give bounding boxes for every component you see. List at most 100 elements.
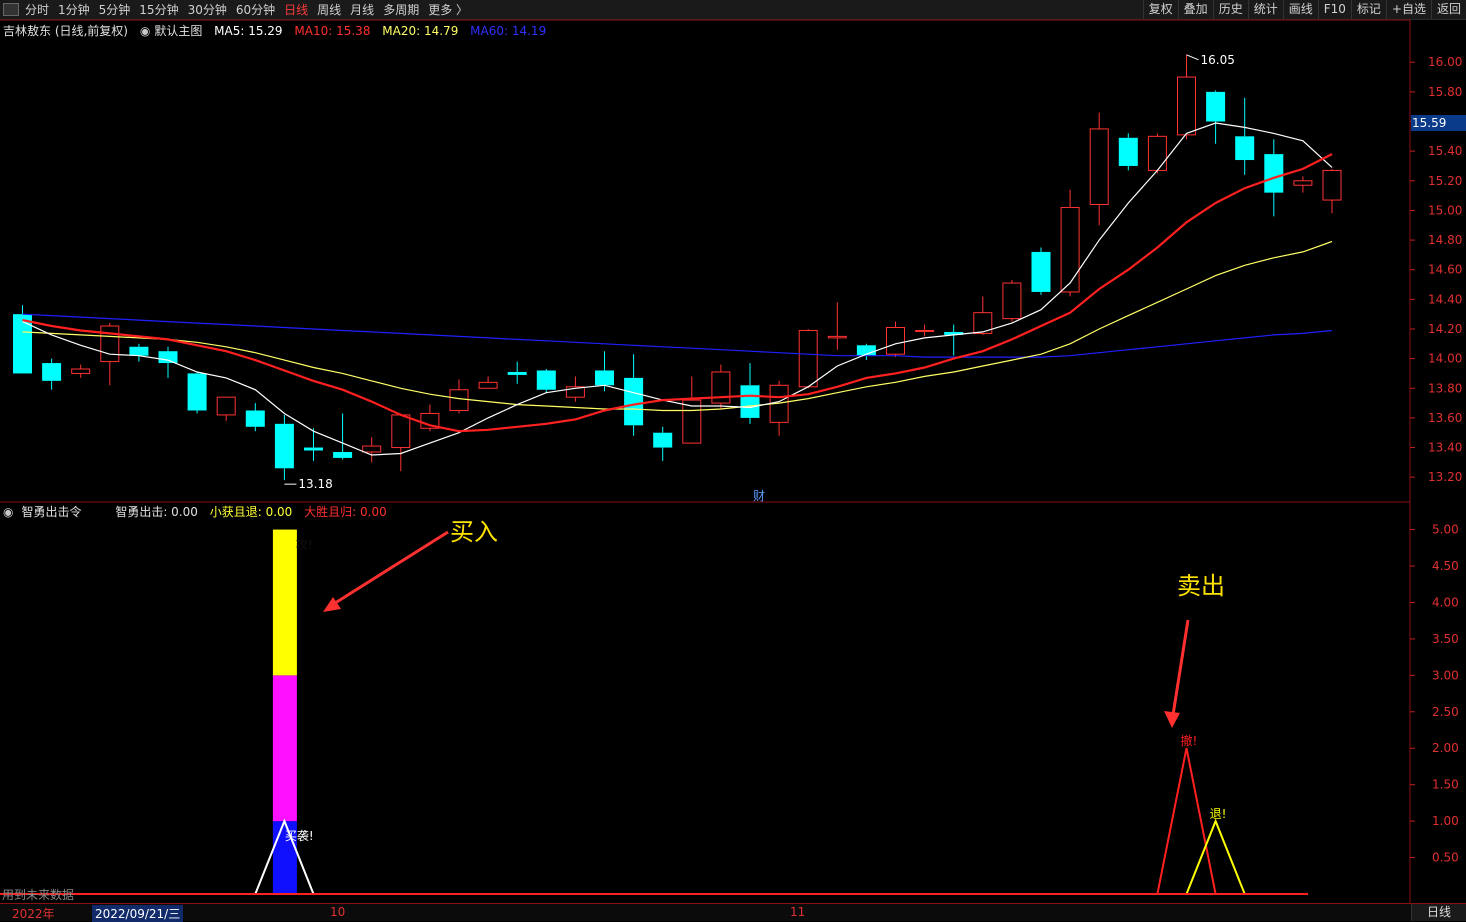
sub-y-tick-3: 3.50 <box>1432 632 1459 646</box>
candle-up-30 <box>886 327 905 355</box>
sell-annotation: 卖出 <box>1177 572 1225 600</box>
candle-down-9 <box>274 423 294 469</box>
sub-y-tick-0: 5.00 <box>1432 523 1459 537</box>
candle-up-12 <box>362 445 382 453</box>
candle-up-45 <box>1322 169 1342 201</box>
candle-down-20 <box>595 370 614 386</box>
sub-y-tick-6: 2.00 <box>1432 741 1459 755</box>
candle-down-6 <box>187 373 207 411</box>
main-y-tick-14: 13.20 <box>1428 470 1462 484</box>
main-y-tick-12: 13.60 <box>1428 411 1462 425</box>
current-price-label: 15.59 <box>1412 116 1446 130</box>
sub-y-tick-9: 0.50 <box>1432 851 1459 865</box>
candle-down-38 <box>1118 137 1138 166</box>
candle-up-2 <box>71 368 91 374</box>
indicator-a: 智勇出击: 0.00 <box>115 505 198 519</box>
sub-legend: ◉ 智勇出击令 智勇出击: 0.00 小获且退: 0.00 大胜且归: 0.00 <box>3 503 395 520</box>
kline-chart: 16.0015.8015.6015.4015.2015.0014.8014.60… <box>0 19 1466 903</box>
sub-y-tick-8: 1.00 <box>1432 814 1459 828</box>
candle-up-3 <box>100 325 120 363</box>
signal-bar-segment-1 <box>272 675 297 822</box>
main-y-tick-6: 14.80 <box>1428 233 1462 247</box>
candle-up-28 <box>827 335 847 339</box>
sub-y-tick-2: 4.00 <box>1432 595 1459 609</box>
eye-icon[interactable]: ◉ <box>3 505 13 519</box>
candle-down-5 <box>158 351 178 364</box>
sell-arrow-head <box>1164 711 1180 728</box>
candle-up-36 <box>1060 206 1080 293</box>
candle-down-4 <box>129 346 149 356</box>
candle-down-0 <box>13 314 32 374</box>
candle-up-15 <box>449 389 469 411</box>
attack-label: 攻! <box>296 538 313 552</box>
eye-icon[interactable]: ◉ <box>140 24 150 38</box>
high-price-label: 16.05 <box>1201 53 1235 67</box>
main-y-tick-4: 15.20 <box>1428 174 1462 188</box>
main-y-tick-7: 14.60 <box>1428 263 1462 277</box>
signal-bar-segment-2 <box>272 529 297 676</box>
sub-y-tick-5: 2.50 <box>1432 705 1459 719</box>
stock-name[interactable]: 吉林敖东 (日线,前复权) <box>3 24 128 38</box>
ma20-line <box>22 240 1333 412</box>
main-y-tick-9: 14.20 <box>1428 322 1462 336</box>
candle-down-18 <box>536 370 556 390</box>
indicator-c: 大胜且归: 0.00 <box>304 505 387 519</box>
candle-down-35 <box>1031 251 1051 292</box>
sub-y-tick-7: 1.50 <box>1432 778 1459 792</box>
low-price-label: 13.18 <box>298 477 332 491</box>
main-y-tick-8: 14.40 <box>1428 292 1462 306</box>
candle-up-44 <box>1293 180 1313 186</box>
year-label: 2022年 <box>12 907 55 921</box>
buy-arrow-head <box>323 597 341 612</box>
candle-down-41 <box>1206 91 1226 122</box>
ma60-value: MA60: 14.19 <box>470 24 547 38</box>
sub-y-tick-1: 4.50 <box>1432 559 1459 573</box>
candle-down-10 <box>304 447 323 451</box>
candle-up-7 <box>216 396 236 416</box>
triangle-label-1: 撤! <box>1181 733 1198 748</box>
triangle-label-2: 退! <box>1210 807 1227 821</box>
candle-up-16 <box>478 381 498 389</box>
sub-y-tick-4: 3.00 <box>1432 668 1459 682</box>
candle-down-8 <box>245 410 265 427</box>
candle-up-27 <box>798 329 818 388</box>
finance-marker[interactable]: 财 <box>753 487 765 504</box>
main-y-tick-1: 15.80 <box>1428 85 1462 99</box>
main-y-tick-0: 16.00 <box>1428 55 1462 69</box>
ma5-value: MA5: 15.29 <box>214 24 283 38</box>
candle-down-1 <box>42 363 62 381</box>
candle-down-22 <box>653 432 673 448</box>
month-11-label: 11 <box>790 905 806 919</box>
buy-annotation: 买入 <box>450 518 498 546</box>
indicator-b: 小获且退: 0.00 <box>209 505 293 519</box>
cursor-date: 2022/09/21/三 <box>92 905 184 922</box>
candle-down-21 <box>624 377 644 426</box>
sell-arrow-line <box>1171 619 1190 716</box>
candle-down-42 <box>1235 136 1255 161</box>
candle-up-37 <box>1089 128 1109 205</box>
candle-up-13 <box>391 414 411 449</box>
candle-down-25 <box>740 385 760 418</box>
high-pointer <box>1186 54 1199 61</box>
raid-label: 买袭! <box>285 828 314 843</box>
month-10-label: 10 <box>330 905 346 919</box>
main-legend: 吉林敖东 (日线,前复权) ◉ 默认主图 MA5: 15.29 MA10: 15.… <box>3 22 554 39</box>
main-y-tick-11: 13.80 <box>1428 381 1462 395</box>
candle-down-17 <box>507 371 527 375</box>
main-y-tick-5: 15.00 <box>1428 203 1462 217</box>
period-button[interactable]: 日线 <box>1411 904 1466 921</box>
time-axis: 2022年 2022/09/21/三 10 11 日线 <box>0 903 1466 922</box>
candle-up-31 <box>915 329 935 332</box>
buy-arrow-line <box>331 530 449 607</box>
signal-triangle-1 <box>1156 748 1217 895</box>
ma10-value: MA10: 15.38 <box>294 24 371 38</box>
candle-up-40 <box>1177 76 1196 136</box>
chart-name[interactable]: 默认主图 <box>154 24 202 38</box>
main-y-tick-3: 15.40 <box>1428 144 1462 158</box>
future-data-warning: 用到未来数据 <box>2 888 75 902</box>
indicator-name[interactable]: 智勇出击令 <box>21 505 81 519</box>
signal-triangle-2 <box>1185 818 1246 895</box>
main-y-tick-13: 13.40 <box>1428 441 1462 455</box>
candle-up-34 <box>1002 282 1022 320</box>
candle-down-43 <box>1264 154 1284 193</box>
